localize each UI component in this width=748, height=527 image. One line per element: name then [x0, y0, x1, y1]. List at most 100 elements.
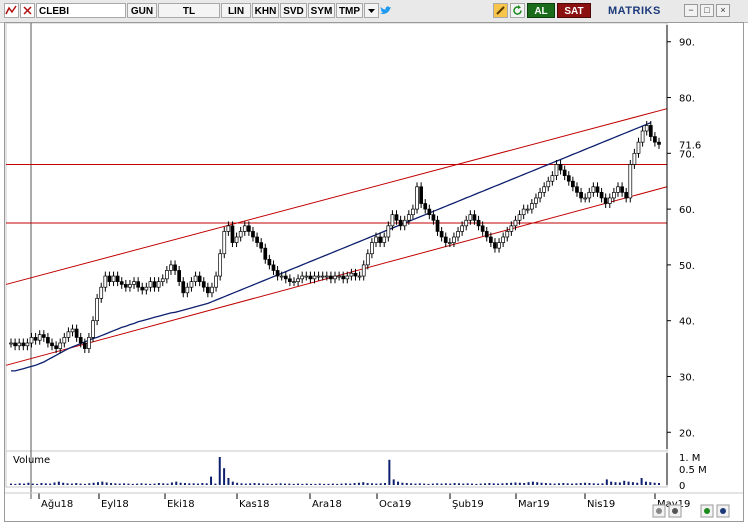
date-label: Eyl18 [101, 499, 129, 510]
volume-bar [523, 483, 526, 485]
volume-bar [57, 481, 60, 485]
volume-bar [631, 482, 634, 485]
date-label: Nis19 [587, 499, 615, 510]
price-candle [370, 242, 374, 255]
volume-bar [614, 482, 617, 485]
price-candle [546, 180, 551, 188]
volume-frame [5, 450, 668, 488]
volume-bar [610, 481, 613, 485]
volume-bar [105, 482, 108, 485]
price-candle [357, 275, 362, 278]
nav-icon-glyph [720, 508, 726, 514]
sym-button[interactable]: SYM [308, 3, 335, 18]
volume-bar [336, 483, 339, 485]
price-candle [628, 164, 633, 199]
dropdown-arrow-icon[interactable] [364, 3, 379, 18]
period-button[interactable]: GUN [127, 3, 157, 18]
price-candle [464, 219, 469, 227]
volume-bar [244, 483, 247, 485]
volume-bar [344, 483, 347, 485]
price-candle [50, 342, 54, 347]
price-candle [439, 231, 444, 238]
currency-button[interactable]: TL [158, 3, 220, 18]
price-candle [255, 236, 259, 243]
volume-bar [31, 483, 34, 485]
price-candle [579, 192, 583, 199]
volume-bar [405, 483, 408, 485]
volume-bar [410, 483, 413, 485]
volume-bar [283, 483, 286, 485]
volume-bar [601, 483, 604, 485]
volume-bar [605, 479, 608, 485]
price-candle [226, 225, 231, 232]
maximize-button[interactable]: □ [700, 4, 714, 17]
price-candle [402, 219, 407, 227]
close-button[interactable]: × [716, 4, 730, 17]
volume-bar [101, 481, 104, 485]
indicator-icon[interactable] [4, 3, 19, 18]
date-label: Mar19 [518, 499, 550, 510]
buy-button[interactable]: AL [527, 3, 555, 18]
price-candle [398, 219, 403, 227]
price-candle [91, 320, 95, 338]
date-label: Eki18 [167, 499, 195, 510]
price-candle [292, 281, 296, 283]
volume-bar [618, 482, 621, 485]
price-candle [501, 236, 506, 243]
volume-bar [305, 483, 308, 485]
price-candle [632, 152, 637, 165]
price-candle [25, 342, 30, 347]
price-candle [480, 225, 485, 232]
close-symbol-icon[interactable] [20, 3, 35, 18]
sell-button[interactable]: SAT [557, 3, 591, 18]
volume-bar [79, 483, 82, 485]
price-candle [251, 231, 255, 238]
price-candle [509, 225, 514, 232]
price-candle [320, 275, 325, 278]
khn-button[interactable]: KHN [252, 3, 279, 18]
twitter-glyph [380, 6, 391, 14]
date-label: Ağu18 [41, 498, 73, 510]
volume-bar [266, 483, 269, 485]
price-candle [242, 225, 247, 232]
volume-bar [492, 483, 495, 485]
volume-bar [53, 482, 56, 485]
price-candle [324, 275, 329, 278]
tmp-button[interactable]: TMP [336, 3, 363, 18]
volume-bar [140, 483, 143, 485]
price-chart[interactable]: 20.30.40.50.60.70.80.90.71.6Volume 1. M0.… [5, 22, 743, 521]
volume-bar [470, 483, 473, 485]
volume-bar [557, 483, 560, 485]
refresh-icon[interactable] [510, 3, 525, 18]
volume-bar [658, 483, 660, 485]
volume-bar [518, 482, 521, 485]
price-candle [17, 342, 22, 347]
volume-bar [497, 483, 500, 485]
volume-bar [10, 483, 12, 485]
volume-bar [279, 483, 282, 485]
volume-bar [544, 483, 547, 485]
svd-button[interactable]: SVD [280, 3, 307, 18]
price-candle [103, 275, 108, 288]
edit-icon[interactable] [493, 3, 508, 18]
price-candle [472, 214, 477, 221]
price-candle [308, 275, 313, 280]
price-candle [419, 186, 423, 204]
volume-bar [44, 483, 47, 485]
twitter-icon[interactable] [378, 3, 393, 18]
volume-bar [40, 483, 43, 485]
volume-bar [423, 483, 426, 485]
price-candle [411, 208, 415, 216]
chart-area[interactable]: 20. 30. 40. 50. 60. 70. 80. 90. 71.6 Volume 1. M 0.… [4, 22, 744, 522]
scale-button[interactable]: LIN [221, 3, 251, 18]
date-label: Şub19 [452, 499, 484, 510]
symbol-field[interactable]: CLEBI [36, 3, 126, 18]
price-candle [550, 175, 555, 182]
volume-bar [88, 483, 91, 485]
price-candle [54, 345, 58, 349]
refresh-glyph [513, 5, 522, 15]
minimize-button[interactable]: − [684, 4, 698, 17]
volume-bar [366, 483, 369, 485]
y-tick-label: 80. [679, 94, 695, 105]
price-candle [193, 275, 198, 282]
